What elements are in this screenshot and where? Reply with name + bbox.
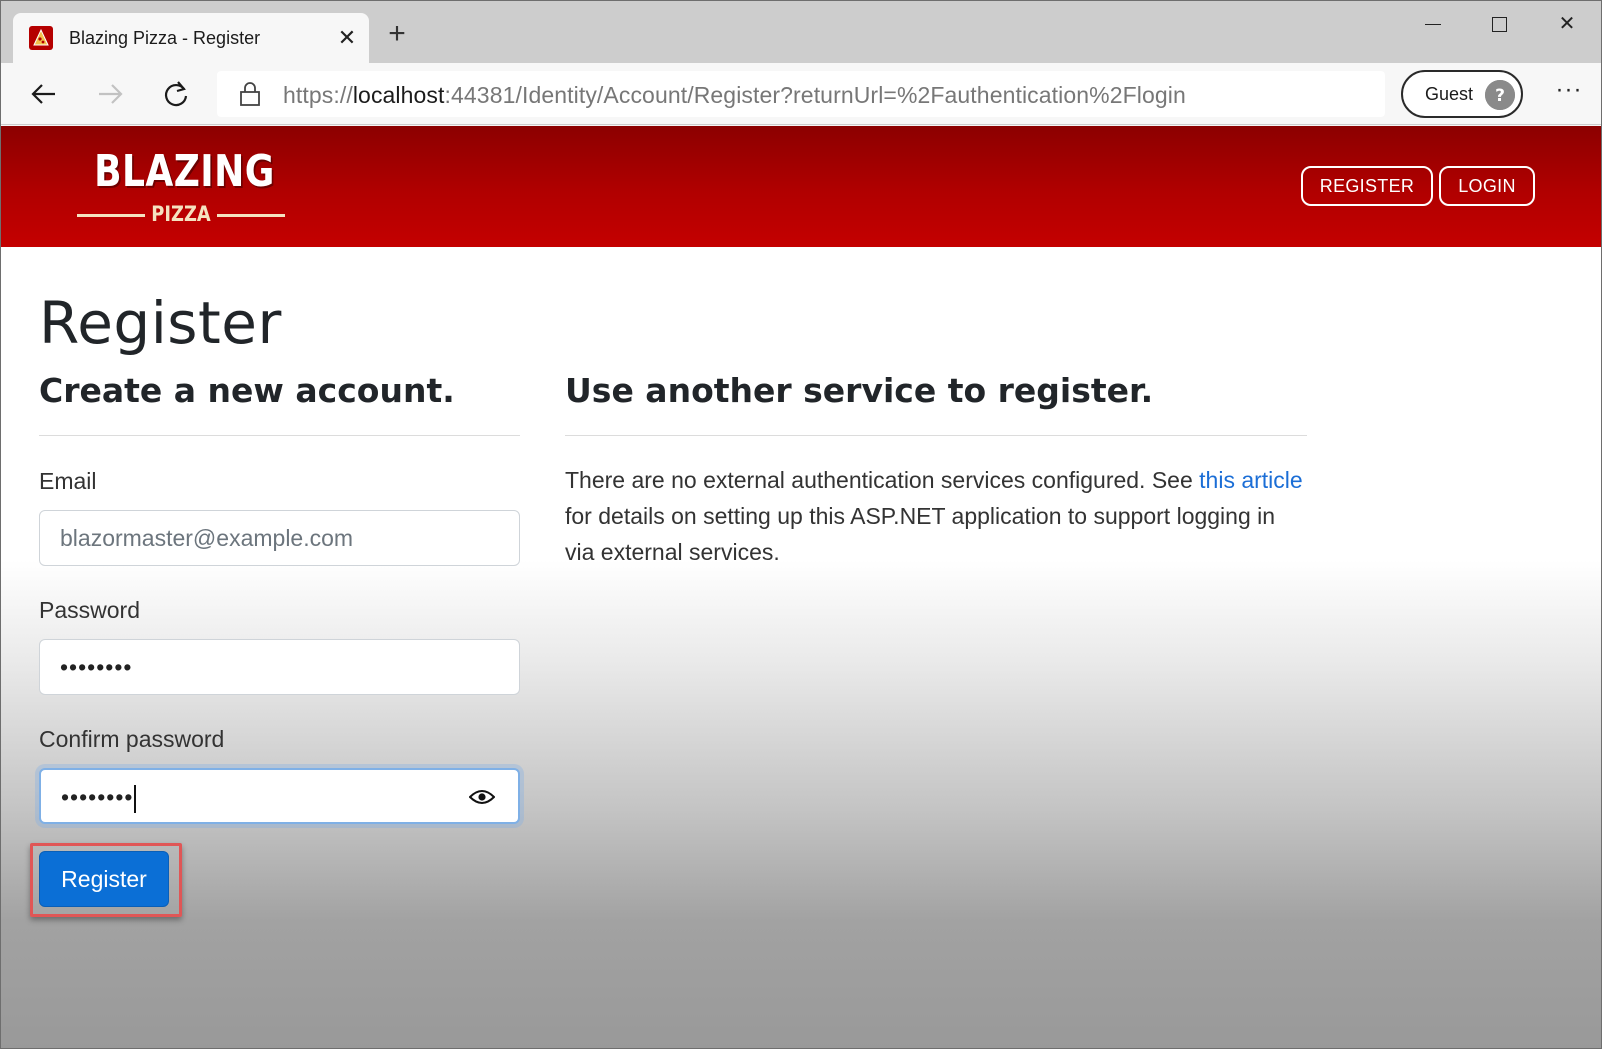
tab-strip: Blazing Pizza - Register ✕ + ✕ (1, 1, 1601, 63)
external-service-heading: Use another service to register. (565, 371, 1154, 410)
tab-blazing-pizza[interactable]: Blazing Pizza - Register ✕ (13, 13, 369, 63)
external-text-end: for details on setting up this ASP.NET a… (565, 503, 1276, 565)
forward-button[interactable] (93, 77, 127, 111)
back-button[interactable] (27, 77, 61, 111)
external-text-start: There are no external authentication ser… (565, 467, 1200, 493)
eye-icon[interactable] (469, 788, 495, 806)
header-register-button[interactable]: REGISTER (1301, 166, 1433, 206)
minimize-icon (1425, 24, 1441, 25)
url-path: :44381/Identity/Account/Register?returnU… (444, 82, 1186, 108)
header-login-button[interactable]: LOGIN (1439, 166, 1535, 206)
window-close-button[interactable]: ✕ (1547, 9, 1587, 39)
article-link[interactable]: article (1241, 467, 1302, 493)
maximize-button[interactable] (1479, 9, 1519, 39)
tab-close-icon[interactable]: ✕ (335, 26, 359, 50)
create-account-heading: Create a new account. (39, 371, 455, 410)
profile-label: Guest (1425, 84, 1474, 104)
maximize-icon (1491, 17, 1507, 32)
password-label: Password (39, 597, 140, 623)
site-header: BLAZING PIZZA REGISTER LOGIN (1, 126, 1601, 247)
text-caret (134, 784, 137, 813)
logo-divider-right (217, 214, 285, 217)
address-bar[interactable]: https://localhost:44381/Identity/Account… (217, 71, 1385, 117)
divider-left (39, 435, 520, 436)
refresh-button[interactable] (159, 77, 193, 111)
this-link[interactable]: this (1199, 467, 1235, 493)
external-auth-message: There are no external authentication ser… (565, 462, 1307, 570)
new-tab-button[interactable]: + (383, 19, 411, 49)
refresh-icon (164, 81, 188, 107)
browser-window: Blazing Pizza - Register ✕ + ✕ https://l… (0, 0, 1602, 1049)
confirm-password-field[interactable]: •••••••• (39, 768, 520, 824)
tab-title: Blazing Pizza - Register (69, 28, 261, 48)
divider-right (565, 435, 1307, 436)
logo-main-text: BLAZING (94, 146, 275, 197)
confirm-password-value: •••••••• (61, 784, 134, 810)
logo-sub: PIZZA (75, 202, 287, 226)
profile-button[interactable]: Guest ? (1401, 70, 1523, 118)
url-scheme: https:// (283, 82, 353, 108)
forward-arrow-icon (99, 84, 123, 104)
more-menu-button[interactable]: ··· (1549, 75, 1589, 111)
email-label: Email (39, 468, 97, 494)
confirm-password-label: Confirm password (39, 726, 225, 752)
pizza-favicon-icon (29, 26, 53, 50)
email-field[interactable]: blazormaster@example.com (39, 510, 520, 566)
guest-avatar-icon: ? (1485, 80, 1515, 110)
page-title: Register (39, 289, 282, 357)
password-field[interactable]: •••••••• (39, 639, 520, 695)
lock-icon (240, 82, 260, 106)
svg-text:?: ? (1495, 86, 1505, 106)
url-host: localhost (352, 82, 445, 108)
url-text: https://localhost:44381/Identity/Account… (283, 82, 1186, 109)
browser-toolbar: https://localhost:44381/Identity/Account… (1, 63, 1601, 125)
blazing-pizza-logo[interactable]: BLAZING PIZZA (75, 146, 287, 228)
back-arrow-icon (31, 84, 55, 104)
minimize-button[interactable] (1413, 9, 1453, 39)
register-submit-button[interactable]: Register (39, 851, 169, 907)
